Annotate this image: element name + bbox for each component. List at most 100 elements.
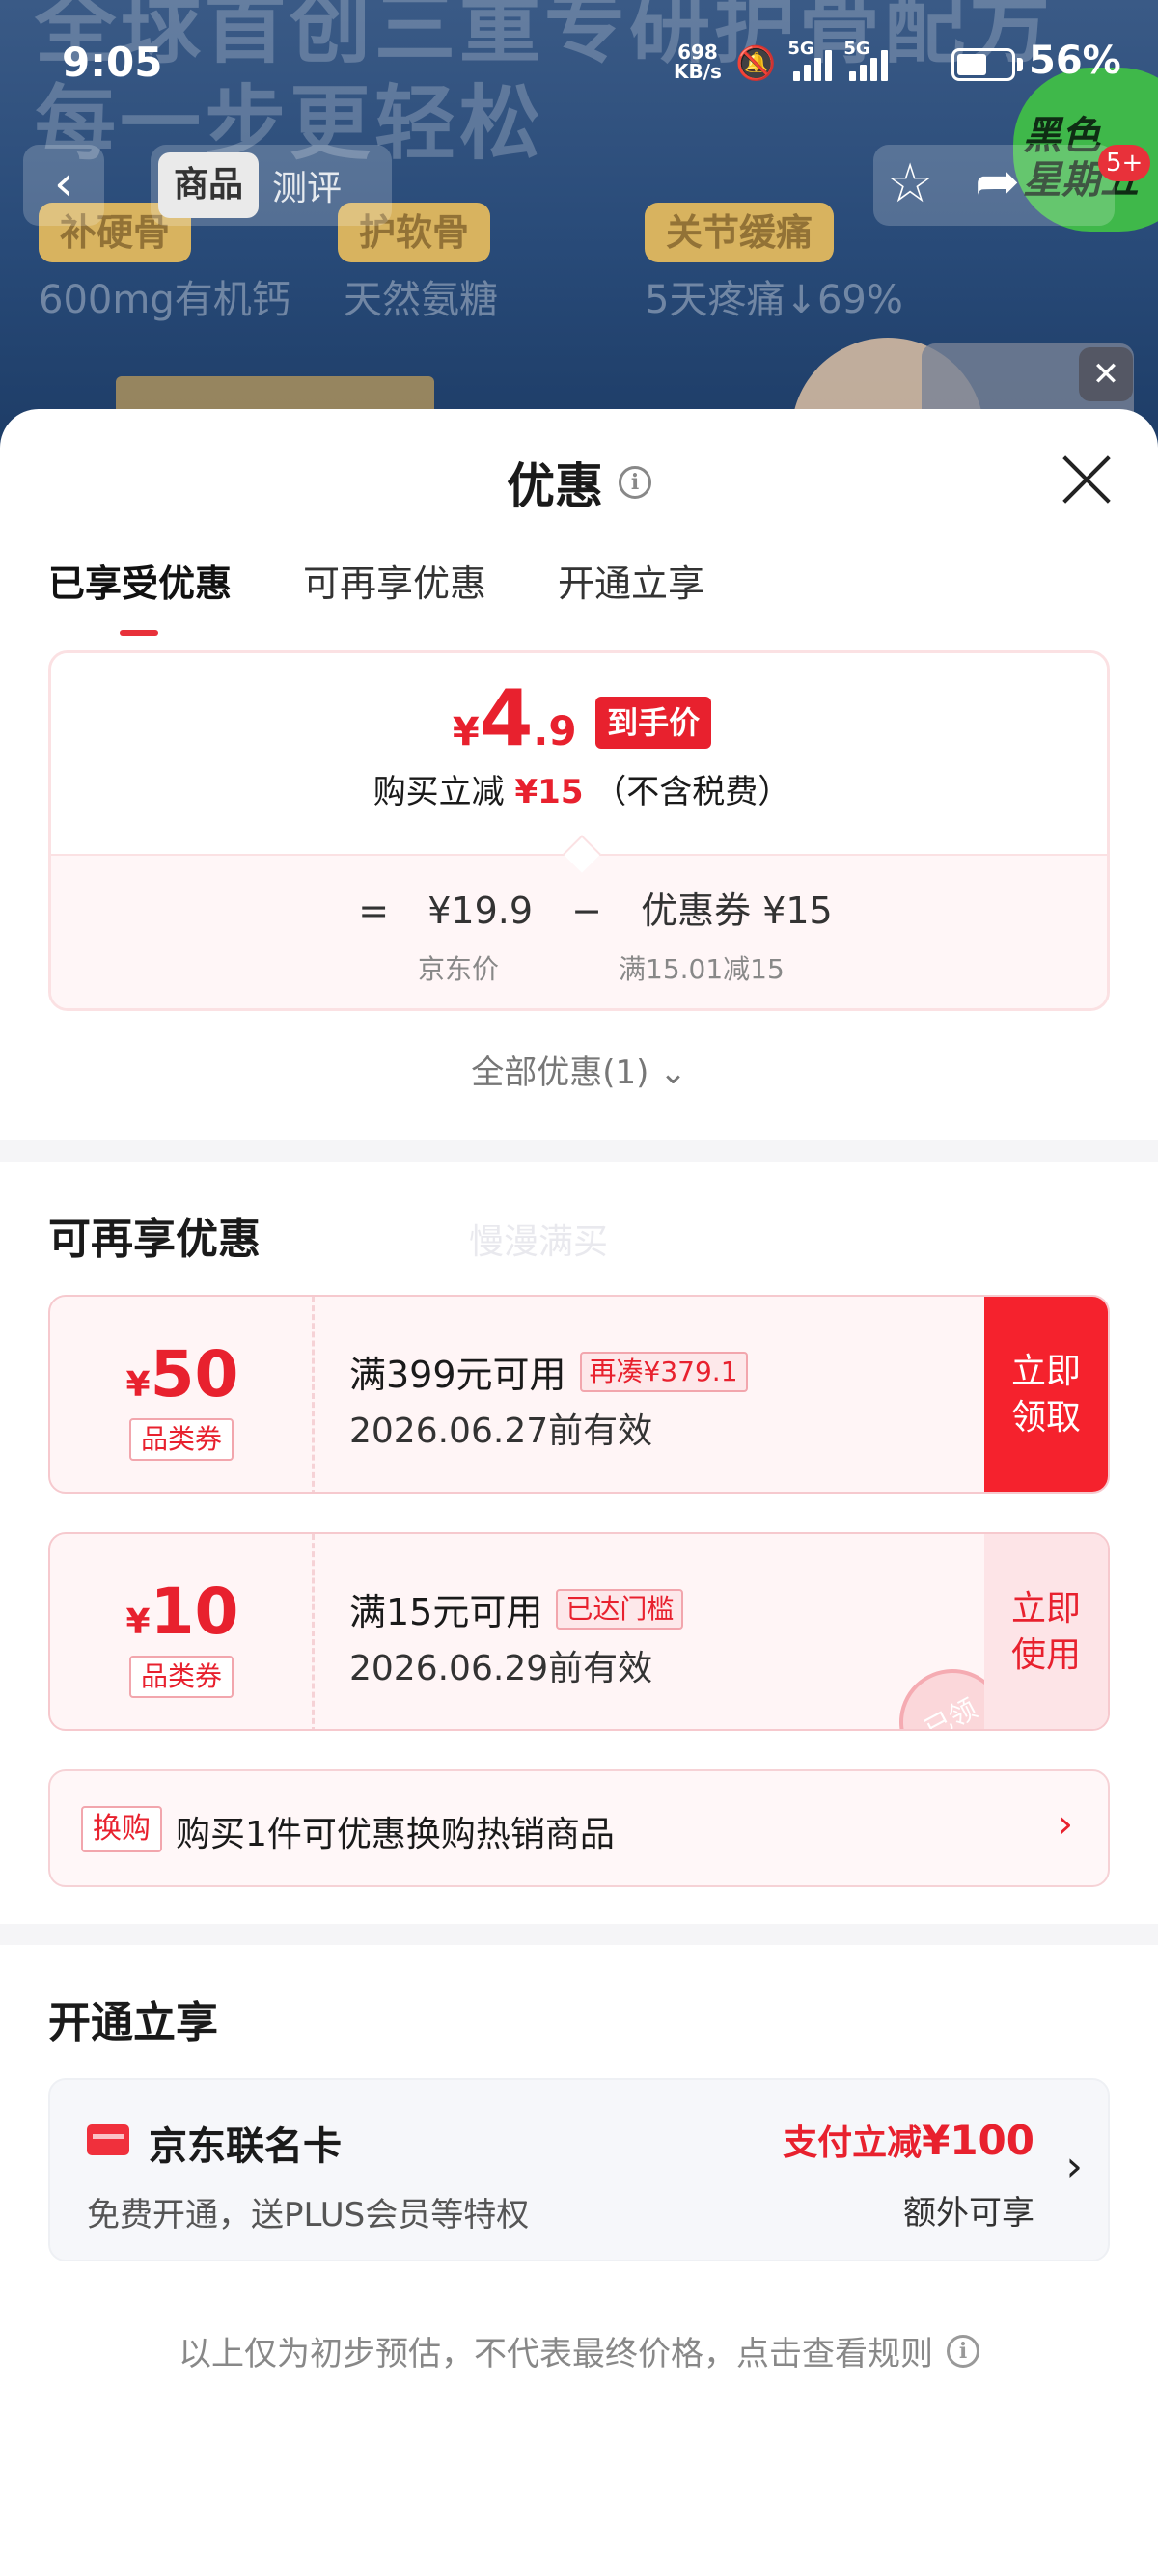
- chevron-down-icon: ⌄: [659, 1054, 687, 1092]
- sheet-title: 优惠: [507, 458, 603, 514]
- signal-icon: 5G: [843, 39, 889, 81]
- rules-footer[interactable]: 以上仅为初步预估，不代表最终价格，点击查看规则 i: [0, 2327, 1158, 2374]
- close-icon: ✕: [1091, 355, 1120, 394]
- hero-sub-1: 600mg有机钙: [39, 278, 290, 322]
- watermark: 慢漫满买: [469, 1222, 609, 1262]
- notification-badge: 5+: [1098, 145, 1151, 181]
- exchange-text: 购买1件可优惠换购热销商品: [176, 1815, 615, 1854]
- open-now-title: 开通立享: [48, 1998, 218, 2047]
- close-video-button[interactable]: ✕: [1079, 347, 1133, 401]
- coupon-yen: ¥: [125, 1603, 151, 1642]
- back-button[interactable]: ‹: [23, 145, 104, 226]
- card-description: 免费开通，送PLUS会员等特权: [87, 2196, 530, 2234]
- hero-sub-3: 5天疼痛↓69%: [645, 278, 903, 322]
- battery-fill: [957, 54, 986, 75]
- coupon-card: ¥50 品类券 满399元可用 再凑¥379.1 2026.06.27前有效 立…: [48, 1295, 1110, 1494]
- network-speed: 698 KB/s: [674, 42, 722, 81]
- chevron-right-icon: ›: [1058, 1802, 1073, 1847]
- coupon-yen: ¥: [125, 1365, 151, 1405]
- jd-price-label: 京东价: [418, 953, 500, 985]
- coupon-card: ¥10 品类券 满15元可用 已达门槛 2026.06.29前有效 已领 立即 …: [48, 1532, 1110, 1731]
- coupon-type: 品类券: [129, 1418, 234, 1461]
- coupon-condition-text: 满15元可用: [349, 1591, 543, 1633]
- chevron-left-icon: ‹: [54, 155, 73, 211]
- discount-line: 购买立减 ¥15 （不含税费）: [51, 765, 1107, 812]
- price-formula: = ¥19.9 − 优惠券 ¥15: [51, 881, 1107, 934]
- coupon-condition: 满399元可用 再凑¥379.1: [349, 1345, 748, 1398]
- footer-text: 以上仅为初步预估，不代表最终价格，点击查看规则: [179, 2335, 933, 2373]
- network-speed-unit: KB/s: [674, 60, 722, 83]
- coupon-value-area: ¥50 品类券: [50, 1297, 315, 1492]
- credit-card-icon: [87, 2124, 129, 2155]
- discount-suffix: （不含税费）: [593, 773, 791, 811]
- share-icon[interactable]: ➦: [975, 151, 1020, 213]
- exchange-tag: 换购: [81, 1806, 162, 1852]
- status-icons: 🔕 5G 5G: [735, 39, 889, 83]
- star-icon[interactable]: ☆: [886, 152, 934, 215]
- coupon-value-area: ¥10 品类券: [50, 1534, 315, 1729]
- signal-icon: 5G: [787, 39, 833, 81]
- tab-enjoyed-discounts[interactable]: 已享受优惠: [48, 554, 232, 636]
- coupon-amount: ¥10: [50, 1575, 315, 1649]
- card-extra: 额外可享: [903, 2194, 1034, 2233]
- card-promo-prefix: 支付立减: [783, 2124, 923, 2163]
- card-promo-amount: ¥100: [922, 2117, 1034, 2164]
- status-time: 9:05: [62, 39, 163, 86]
- signal-tag: 5G: [843, 39, 870, 59]
- exchange-offer-row[interactable]: 换购 购买1件可优惠换购热销商品 ›: [48, 1769, 1110, 1887]
- battery-icon: [951, 48, 1015, 81]
- section-divider: [0, 1140, 1158, 1162]
- final-price-int: 4: [479, 673, 534, 763]
- coupon-expiry: 2026.06.27前有效: [349, 1411, 653, 1451]
- status-bar: 9:05 698 KB/s 🔕 5G 5G 56%: [0, 0, 1158, 131]
- jd-price: ¥19.9: [427, 890, 534, 932]
- coupon-chip: 再凑¥379.1: [579, 1351, 748, 1392]
- chevron-right-icon: ›: [1065, 2142, 1083, 2191]
- mute-icon: 🔕: [735, 44, 777, 83]
- all-discounts-toggle[interactable]: 全部优惠(1) ⌄: [0, 1046, 1158, 1093]
- signal-tag: 5G: [787, 39, 814, 59]
- tab-product[interactable]: 商品: [158, 152, 260, 218]
- price-summary-card: ¥ 4 .9 到手价 购买立减 ¥15 （不含税费） = ¥19.9 − 优惠券…: [48, 650, 1110, 1011]
- section-divider: [0, 1924, 1158, 1945]
- coupon-value: 10: [150, 1575, 239, 1649]
- all-discounts-label: 全部优惠(1): [471, 1054, 649, 1092]
- coupon-value: 50: [150, 1337, 239, 1411]
- coupon-amount: ¥50: [50, 1337, 315, 1411]
- battery-cap: [1017, 58, 1023, 71]
- final-price: ¥ 4 .9 到手价: [51, 673, 1107, 763]
- tab-more-discounts[interactable]: 可再享优惠: [303, 554, 486, 607]
- co-branded-card-row[interactable]: 京东联名卡 免费开通，送PLUS会员等特权 支付立减¥100 额外可享 ›: [48, 2078, 1110, 2261]
- sheet-header: 优惠 i: [0, 448, 1158, 517]
- final-price-tag: 到手价: [595, 697, 712, 749]
- minus-sign: −: [571, 890, 602, 932]
- card-name: 京东联名卡: [149, 2124, 342, 2169]
- close-sheet-button[interactable]: [1058, 452, 1114, 507]
- final-price-dec: .9: [533, 707, 577, 754]
- info-icon: i: [947, 2334, 979, 2368]
- claim-coupon-button[interactable]: 立即 领取: [984, 1297, 1108, 1492]
- coupon-condition-text: 满399元可用: [349, 1354, 566, 1396]
- tab-review[interactable]: 测评: [272, 160, 342, 210]
- discount-tabs: 已享受优惠 可再享优惠 开通立享: [48, 554, 704, 636]
- more-discounts-title: 可再享优惠: [48, 1215, 261, 1264]
- hero-pill-3: 关节缓痛: [645, 203, 835, 262]
- info-icon[interactable]: i: [619, 466, 651, 499]
- discount-amount: ¥15: [514, 773, 584, 811]
- final-price-yen: ¥: [452, 710, 480, 754]
- coupon-amount: 优惠券 ¥15: [641, 890, 833, 932]
- discount-sheet: 优惠 i 已享受优惠 可再享优惠 开通立享 ¥ 4 .9 到手价 购买立减 ¥1…: [0, 409, 1158, 2576]
- top-tab-bar: 商品 测评: [151, 145, 392, 226]
- coupon-chip: 已达门槛: [556, 1588, 684, 1630]
- network-speed-value: 698: [677, 41, 718, 64]
- equals-sign: =: [358, 890, 390, 932]
- coupon-expiry: 2026.06.29前有效: [349, 1649, 653, 1688]
- coupon-type: 品类券: [129, 1656, 234, 1698]
- battery-percent: 56%: [1029, 39, 1121, 83]
- tab-open-now[interactable]: 开通立享: [558, 554, 704, 607]
- card-promo: 支付立减¥100: [783, 2115, 1034, 2165]
- discount-prefix: 购买立减: [372, 773, 505, 811]
- hero-sub-2: 天然氨糖: [344, 278, 498, 322]
- use-coupon-button[interactable]: 立即 使用: [984, 1534, 1108, 1729]
- coupon-rule: 满15.01减15: [619, 953, 785, 985]
